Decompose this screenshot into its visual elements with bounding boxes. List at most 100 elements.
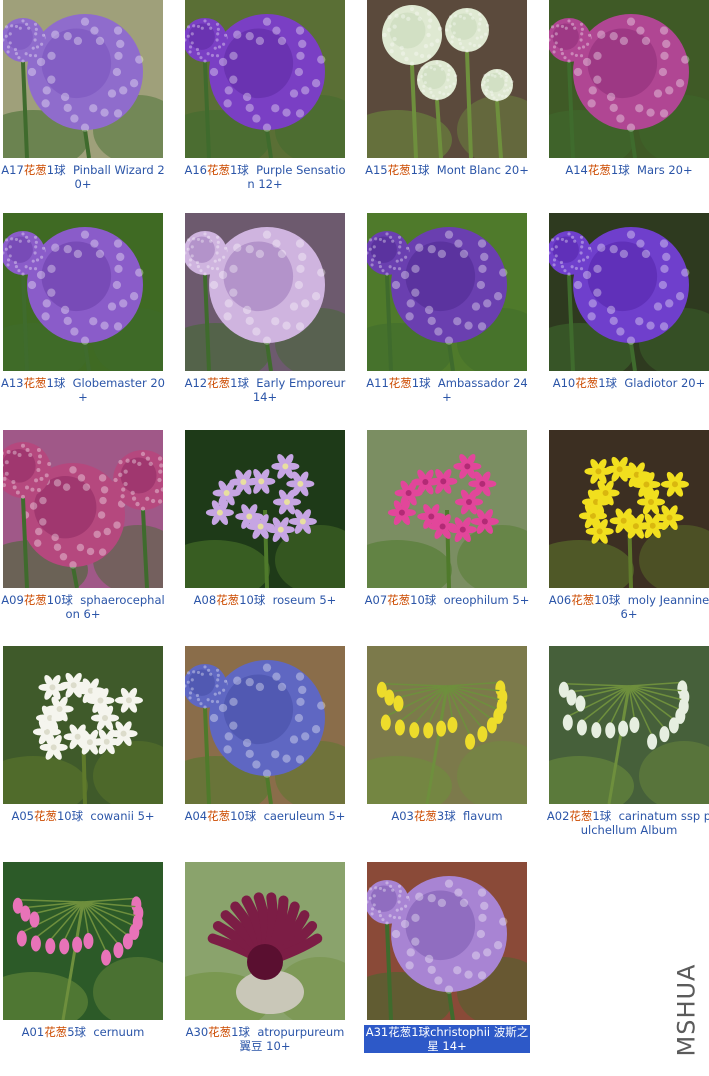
product-thumbnail[interactable] bbox=[3, 430, 163, 588]
product-name: 花葱 bbox=[208, 1025, 232, 1039]
product-caption-link[interactable]: A04花葱10球 caeruleum 5+ bbox=[182, 809, 348, 823]
product-name: 花葱 bbox=[207, 376, 231, 390]
product-caption-link[interactable]: A17花葱1球 Pinball Wizard 20+ bbox=[0, 163, 166, 191]
product-thumbnail[interactable] bbox=[549, 646, 709, 804]
allium-ball-photo bbox=[3, 0, 163, 158]
product-code: A13 bbox=[0, 376, 24, 390]
product-name: 花葱 bbox=[571, 593, 595, 607]
allium-loose-photo bbox=[367, 430, 527, 588]
allium-drooping-photo bbox=[549, 646, 709, 804]
product-thumbnail[interactable] bbox=[3, 646, 163, 804]
product-thumbnail[interactable] bbox=[3, 862, 163, 1020]
product-thumbnail[interactable] bbox=[549, 213, 709, 371]
product-code: A31 bbox=[365, 1025, 389, 1039]
allium-white-photo bbox=[367, 0, 527, 158]
product-caption-link[interactable]: A10花葱1球 Gladiotor 20+ bbox=[546, 376, 709, 390]
product-count: 10球 bbox=[56, 809, 84, 823]
allium-ball-photo bbox=[185, 0, 345, 158]
product-code: A11 bbox=[366, 376, 389, 390]
product-caption-link[interactable]: A06花葱10球 moly Jeannine 6+ bbox=[546, 593, 709, 621]
product-thumbnail[interactable] bbox=[185, 213, 345, 371]
allium-loose-photo bbox=[185, 430, 345, 588]
product-caption-link[interactable]: A31花葱1球christophii 波斯之星 14+ bbox=[364, 1025, 530, 1053]
product-count: 1球 bbox=[46, 376, 66, 390]
product-caption-link[interactable]: A07花葱10球 oreophilum 5+ bbox=[364, 593, 530, 607]
allium-ball-photo bbox=[367, 862, 527, 1020]
allium-ball-photo bbox=[549, 213, 709, 371]
product-variety: cernuum bbox=[93, 1025, 145, 1039]
product-caption-link[interactable]: A05花葱10球 cowanii 5+ bbox=[0, 809, 166, 823]
product-name: 花葱 bbox=[587, 163, 611, 177]
product-name: 花葱 bbox=[388, 1025, 412, 1039]
product-caption-link[interactable]: A08花葱10球 roseum 5+ bbox=[182, 593, 348, 607]
product-caption-link[interactable]: A01花葱5球 cernuum bbox=[0, 1025, 166, 1039]
allium-bud-photo bbox=[185, 862, 345, 1020]
product-thumbnail[interactable] bbox=[367, 646, 527, 804]
product-thumbnail[interactable] bbox=[3, 0, 163, 158]
product-name: 花葱 bbox=[413, 809, 437, 823]
product-name: 花葱 bbox=[23, 163, 47, 177]
product-count: 1球 bbox=[610, 163, 630, 177]
product-thumbnail[interactable] bbox=[367, 430, 527, 588]
product-code: A17 bbox=[1, 163, 24, 177]
product-caption-link[interactable]: A16花葱1球 Purple Sensation 12+ bbox=[182, 163, 348, 191]
product-thumbnail[interactable] bbox=[549, 430, 709, 588]
product-variety: oreophilum 5+ bbox=[443, 593, 530, 607]
product-thumbnail[interactable] bbox=[367, 862, 527, 1020]
product-caption-link[interactable]: A14花葱1球 Mars 20+ bbox=[546, 163, 709, 177]
allium-drooping-photo bbox=[3, 862, 163, 1020]
product-caption-link[interactable]: A03花葱3球 flavum bbox=[364, 809, 530, 823]
product-variety: Pinball Wizard 20+ bbox=[72, 163, 165, 191]
product-name: 花葱 bbox=[387, 593, 411, 607]
product-caption-link[interactable]: A09花葱10球 sphaerocephalon 6+ bbox=[0, 593, 166, 621]
allium-drumstick-photo bbox=[3, 430, 163, 588]
allium-ball-photo bbox=[185, 646, 345, 804]
product-count: 1球 bbox=[598, 376, 618, 390]
product-name: 花葱 bbox=[206, 163, 230, 177]
product-caption-link[interactable]: A15花葱1球 Mont Blanc 20+ bbox=[364, 163, 530, 177]
product-code: A09 bbox=[1, 593, 24, 607]
product-thumbnail[interactable] bbox=[549, 0, 709, 158]
product-name: 花葱 bbox=[569, 809, 593, 823]
product-variety: moly Jeannine 6+ bbox=[620, 593, 709, 621]
product-count: 1球 bbox=[46, 163, 66, 177]
product-code: A03 bbox=[391, 809, 414, 823]
product-code: A01 bbox=[21, 1025, 45, 1039]
product-name: 花葱 bbox=[23, 376, 47, 390]
product-variety: sphaerocephalon 6+ bbox=[65, 593, 165, 621]
watermark: MSHUA bbox=[666, 958, 706, 1062]
product-thumbnail[interactable] bbox=[185, 862, 345, 1020]
product-count: 1球 bbox=[231, 1025, 250, 1039]
product-code: A30 bbox=[185, 1025, 209, 1039]
allium-ball-photo bbox=[549, 0, 709, 158]
product-thumbnail[interactable] bbox=[185, 430, 345, 588]
product-count: 10球 bbox=[594, 593, 621, 607]
product-variety: Ambassador 24+ bbox=[437, 376, 528, 404]
product-thumbnail[interactable] bbox=[367, 0, 527, 158]
product-thumbnail[interactable] bbox=[3, 213, 163, 371]
product-thumbnail[interactable] bbox=[367, 213, 527, 371]
product-variety: atropurpureum 翼豆 10+ bbox=[239, 1025, 345, 1053]
product-count: 1球 bbox=[410, 163, 430, 177]
product-variety: caeruleum 5+ bbox=[263, 809, 346, 823]
product-code: A07 bbox=[364, 593, 388, 607]
product-caption-link[interactable]: A02花葱1球 carinatum ssp pulchellum Album bbox=[546, 809, 709, 837]
product-code: A15 bbox=[365, 163, 388, 177]
product-thumbnail[interactable] bbox=[185, 0, 345, 158]
product-variety: christophii 波斯之星 14+ bbox=[427, 1025, 529, 1053]
product-name: 花葱 bbox=[44, 1025, 68, 1039]
product-code: A08 bbox=[193, 593, 217, 607]
product-thumbnail[interactable] bbox=[185, 646, 345, 804]
product-name: 花葱 bbox=[387, 163, 411, 177]
product-caption-link[interactable]: A12花葱1球 Early Emporeur 14+ bbox=[182, 376, 348, 404]
product-variety: Mont Blanc 20+ bbox=[436, 163, 529, 177]
product-caption-link[interactable]: A11花葱1球 Ambassador 24+ bbox=[364, 376, 530, 404]
allium-star-photo bbox=[549, 430, 709, 588]
product-caption-link[interactable]: A30花葱1球 atropurpureum 翼豆 10+ bbox=[182, 1025, 348, 1053]
product-code: A16 bbox=[184, 163, 207, 177]
product-count: 10球 bbox=[46, 593, 73, 607]
product-caption-link[interactable]: A13花葱1球 Globemaster 20+ bbox=[0, 376, 166, 404]
allium-drooping-photo bbox=[367, 646, 527, 804]
product-count: 1球 bbox=[411, 1025, 431, 1039]
product-variety: flavum bbox=[463, 809, 503, 823]
